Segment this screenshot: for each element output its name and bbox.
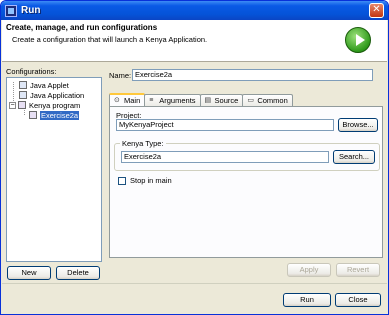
tab-main[interactable]: ⊙ Main	[109, 93, 146, 106]
tree-item-java-application[interactable]: Java Application	[19, 90, 84, 100]
run-banner-icon	[345, 27, 371, 53]
kenya-program-icon	[18, 101, 26, 109]
revert-button[interactable]: Revert	[336, 263, 380, 277]
apply-button[interactable]: Apply	[287, 263, 331, 277]
close-window-button[interactable]: ✕	[369, 3, 384, 18]
tab-arguments[interactable]: ≡ Arguments	[144, 94, 201, 106]
stop-in-main-label: Stop in main	[130, 176, 172, 185]
header-title: Create, manage, and run configurations	[6, 23, 158, 32]
stop-in-main-checkbox[interactable]	[118, 177, 126, 185]
window-title: Run	[21, 5, 41, 16]
arguments-icon: ≡	[149, 97, 154, 104]
main-tab-panel: Project: MyKenyaProject Browse... Kenya …	[109, 106, 383, 258]
tab-source[interactable]: ▤ Source	[199, 94, 244, 106]
name-label: Name:	[109, 71, 132, 80]
java-applet-icon	[19, 81, 27, 89]
title-bar[interactable]: Run ✕	[1, 1, 388, 20]
configurations-tree[interactable]: Java Applet Java Application − Kenya pro…	[6, 77, 102, 262]
tree-item-label: Java Applet	[30, 80, 69, 90]
tree-item-kenya-program[interactable]: − Kenya program	[9, 100, 80, 110]
run-button[interactable]: Run	[283, 293, 331, 307]
common-icon: ▭	[247, 97, 254, 104]
header-subtitle: Create a configuration that will launch …	[12, 35, 208, 44]
config-tabs: ⊙ Main ≡ Arguments ▤ Source ▭ Common	[109, 93, 293, 106]
tab-label: Arguments	[159, 96, 196, 105]
tree-item-exercise2a[interactable]: Exercise2a	[29, 110, 80, 120]
footer-divider	[2, 283, 387, 284]
new-button[interactable]: New	[7, 266, 51, 280]
kenya-config-icon	[29, 111, 37, 119]
search-button[interactable]: Search...	[333, 150, 375, 164]
tree-item-label: Exercise2a	[40, 110, 80, 120]
dialog-header: Create, manage, and run configurations C…	[2, 20, 387, 62]
tab-label: Source	[214, 96, 239, 105]
kenya-type-label: Kenya Type:	[120, 139, 166, 148]
tree-item-java-applet[interactable]: Java Applet	[19, 80, 69, 90]
configurations-label: Configurations:	[6, 67, 57, 76]
kenya-type-input[interactable]: Exercise2a	[121, 151, 329, 163]
tab-common[interactable]: ▭ Common	[242, 94, 293, 106]
collapse-icon[interactable]: −	[9, 101, 16, 109]
name-input[interactable]: Exercise2a	[132, 69, 373, 81]
tree-item-label: Kenya program	[29, 100, 81, 110]
tree-item-label: Java Application	[30, 90, 85, 100]
tab-label: Main	[124, 96, 141, 105]
run-dialog: Run ✕ Create, manage, and run configurat…	[0, 0, 389, 315]
kenya-type-group: Kenya Type: Exercise2a Search...	[114, 139, 380, 171]
java-application-icon	[19, 91, 27, 99]
close-icon: ✕	[372, 4, 381, 15]
main-icon: ⊙	[114, 97, 120, 104]
browse-button[interactable]: Browse...	[338, 118, 378, 132]
delete-button[interactable]: Delete	[56, 266, 100, 280]
window-icon	[5, 4, 17, 17]
tab-label: Common	[257, 96, 288, 105]
project-input[interactable]: MyKenyaProject	[116, 119, 334, 131]
close-button[interactable]: Close	[335, 293, 381, 307]
source-icon: ▤	[204, 97, 212, 104]
